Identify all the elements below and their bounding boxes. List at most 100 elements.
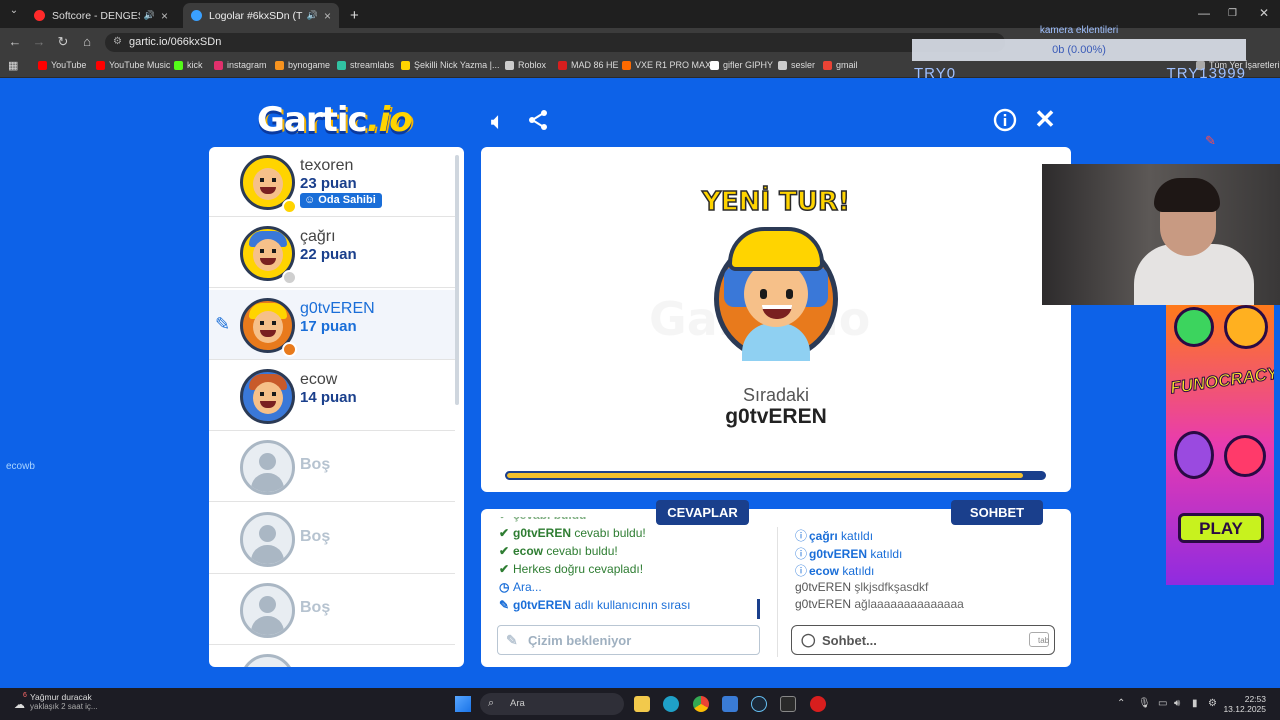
- answer-text: cevabı buldu!: [571, 526, 646, 540]
- bookmark-label: sesler: [791, 60, 816, 70]
- chat-tab[interactable]: SOHBET: [951, 500, 1043, 525]
- volume-icon[interactable]: 🔊︎: [1174, 698, 1180, 709]
- bookmark-item[interactable]: streamlabs: [337, 60, 394, 70]
- bookmark-item[interactable]: bynogame: [275, 60, 330, 70]
- share-icon[interactable]: [524, 108, 552, 136]
- chat-line: ⓘ ecow katıldı: [795, 562, 1065, 580]
- chrome-icon[interactable]: [693, 696, 709, 712]
- sound-icon[interactable]: 🔈︎: [484, 108, 512, 136]
- explorer-icon[interactable]: [634, 696, 650, 712]
- ad-character-icon: [1174, 307, 1214, 347]
- answer-user: g0tvEREN: [513, 526, 572, 540]
- tab-search-icon[interactable]: ⌄: [6, 5, 22, 16]
- empty-slot-label: Boş: [300, 527, 331, 545]
- weather-subtitle: yaklaşık 2 saat iç...: [30, 702, 98, 711]
- bookmark-item[interactable]: gifler GIPHY: [710, 60, 773, 70]
- close-tab-icon[interactable]: ×: [161, 9, 168, 23]
- chat-input[interactable]: ◯ Sohbet... tab: [791, 625, 1055, 655]
- chat-log: ⓘ çağrı katıldı ⓘ g0tvEREN katıldı ⓘ ecow kat…: [795, 527, 1065, 615]
- gartic-logo[interactable]: Gartic.io: [257, 100, 413, 140]
- player-row[interactable]: ✎ g0tvEREN 17 puan: [209, 289, 455, 360]
- player-score: 14 puan: [300, 388, 357, 406]
- apps-grid-icon[interactable]: ▦: [8, 59, 18, 72]
- empty-slot-label: Boş: [300, 456, 331, 474]
- app-icon[interactable]: [810, 696, 826, 712]
- ad-play-button[interactable]: PLAY: [1178, 513, 1264, 543]
- battery-icon[interactable]: ▮: [1192, 698, 1198, 709]
- player-row[interactable]: çağrı 22 puan: [209, 218, 455, 289]
- url-field[interactable]: ⚙ gartic.io/066kxSDn: [105, 33, 1005, 52]
- site-info-icon[interactable]: ⚙: [113, 36, 122, 47]
- chat-bubble-icon: ◯: [801, 632, 816, 647]
- steam-icon[interactable]: [751, 696, 767, 712]
- speaker-icon[interactable]: 🔊: [307, 10, 318, 21]
- bookmark-item[interactable]: kick: [174, 60, 203, 70]
- status-badge: [282, 199, 297, 214]
- answer-placeholder: Çizim bekleniyor: [528, 633, 632, 648]
- bookmark-item[interactable]: instagram: [214, 60, 267, 70]
- side-user-label: ecowb: [6, 461, 35, 472]
- empty-slot-label: Boş: [300, 598, 331, 616]
- bookmark-item[interactable]: YouTube: [38, 60, 86, 70]
- browser-tab-logolar[interactable]: Logolar #6kxSDn (Türkçe) - 🔊 ×: [183, 3, 339, 28]
- answer-status-icon: ✎: [499, 598, 510, 612]
- tray-chevron-icon[interactable]: ⌃: [1117, 698, 1125, 709]
- settings-icon[interactable]: ⚙: [1208, 698, 1217, 709]
- forward-icon[interactable]: →: [31, 34, 47, 49]
- drawing-canvas[interactable]: Gartic.io YENİ TUR! Sıradaki g0tvEREN: [481, 147, 1071, 492]
- speaker-icon[interactable]: 🔊: [144, 10, 155, 21]
- owner-badge: ☺ Oda Sahibi: [300, 193, 382, 208]
- reload-icon[interactable]: ↻: [55, 34, 71, 50]
- bookmark-label: bynogame: [288, 60, 331, 70]
- system-clock[interactable]: 22:53 13.12.2025: [1223, 694, 1266, 714]
- epic-games-icon[interactable]: [780, 696, 796, 712]
- restore-icon[interactable]: ❐: [1228, 8, 1237, 19]
- info-icon: ⓘ: [795, 529, 808, 543]
- close-icon[interactable]: ✕: [1031, 104, 1059, 134]
- tab-title: Softcore - DENGESİZİN YU: [52, 9, 140, 22]
- new-tab-button[interactable]: +: [342, 3, 367, 28]
- answer-text: Ara...: [513, 580, 542, 594]
- minimize-icon[interactable]: —: [1198, 6, 1210, 20]
- logo-main: Gartic: [257, 100, 368, 140]
- weather-widget[interactable]: Yağmur duracak yaklaşık 2 saat iç... 6 ☁: [14, 692, 98, 711]
- bookmark-item[interactable]: gmail: [823, 60, 858, 70]
- info-icon[interactable]: [991, 108, 1019, 136]
- player-score: 23 puan: [300, 175, 357, 192]
- player-row[interactable]: ecow 14 puan: [209, 361, 455, 431]
- close-tab-icon[interactable]: ×: [324, 9, 331, 23]
- bookmark-favicon-icon: [622, 60, 631, 70]
- bookmark-favicon-icon: [823, 60, 832, 70]
- home-icon[interactable]: ⌂: [79, 34, 95, 49]
- player-score: 22 puan: [300, 246, 357, 264]
- webcam-feed: [1042, 164, 1280, 305]
- player-row[interactable]: texoren 23 puan ☺ Oda Sahibi: [209, 147, 455, 217]
- chat-user: çağrı: [809, 529, 838, 543]
- close-window-icon[interactable]: ✕: [1259, 6, 1269, 20]
- bookmark-label: gifler GIPHY: [723, 60, 774, 70]
- empty-slot: Boş: [209, 432, 455, 503]
- url-text: gartic.io/066kxSDn: [129, 36, 222, 48]
- answer-input[interactable]: ✎ Çizim bekleniyor: [497, 625, 760, 655]
- bookmark-label: VXE R1 PRO MAX: [635, 60, 712, 70]
- bookmark-item[interactable]: sesler: [778, 60, 815, 70]
- bookmark-item[interactable]: Roblox: [505, 60, 546, 70]
- start-icon[interactable]: [455, 696, 471, 712]
- edge-icon[interactable]: [663, 696, 679, 712]
- network-icon[interactable]: ▭: [1158, 698, 1167, 709]
- mic-icon[interactable]: 🎙︎: [1138, 698, 1151, 709]
- browser-tab-softcore[interactable]: Softcore - DENGESİZİN YU 🔊 ×: [26, 3, 176, 28]
- taskbar-search[interactable]: ⌕ Ara: [480, 693, 624, 715]
- store-icon[interactable]: [722, 696, 738, 712]
- funocracy-ad[interactable]: FUNOCRACY PLAY: [1166, 305, 1274, 585]
- bookmark-item[interactable]: MAD 86 HE: [558, 60, 619, 70]
- bookmark-item[interactable]: VXE R1 PRO MAX: [622, 60, 711, 70]
- answers-scrollbar[interactable]: [757, 599, 760, 619]
- answer-status-icon: ✔: [499, 526, 510, 540]
- empty-slot: Boş: [209, 575, 455, 645]
- back-icon[interactable]: ←: [7, 34, 23, 49]
- weather-icon: ☁: [14, 699, 25, 711]
- players-scrollbar[interactable]: [455, 155, 459, 405]
- bookmark-item[interactable]: YouTube Music: [96, 60, 170, 70]
- bookmark-item[interactable]: Şekilli Nick Yazma |...: [401, 60, 500, 70]
